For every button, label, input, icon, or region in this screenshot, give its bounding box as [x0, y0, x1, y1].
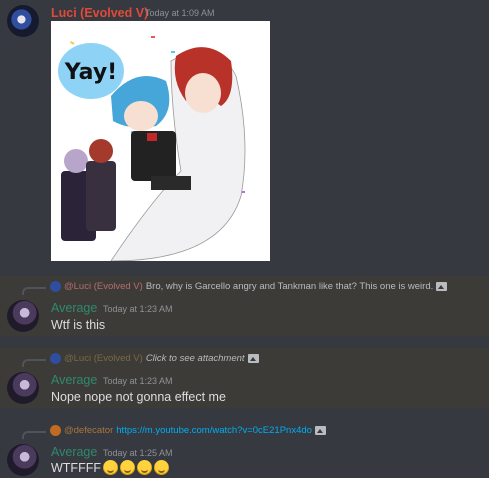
avatar[interactable] — [7, 372, 39, 404]
message-text-row: WTFFFF — [51, 460, 169, 475]
laughing-emoji-icon — [119, 460, 135, 475]
reply-avatar — [50, 425, 61, 436]
laughing-emoji-icon — [136, 460, 152, 475]
message-author[interactable]: Average — [51, 445, 97, 459]
laughing-emoji-icon — [153, 460, 169, 475]
message-reply-1: @Luci (Evolved V) Bro, why is Garcello a… — [0, 276, 489, 336]
message-timestamp: Today at 1:23 AM — [103, 376, 173, 386]
message-reply-3: @defecator https://m.youtube.com/watch?v… — [0, 420, 489, 478]
reply-author[interactable]: @Luci (Evolved V) — [64, 353, 143, 364]
message-text: WTFFFF — [51, 461, 101, 475]
laughing-emoji-icon — [102, 460, 118, 475]
avatar[interactable] — [7, 5, 39, 37]
image-icon — [314, 426, 326, 435]
artwork-image: Yay! — [51, 21, 270, 261]
message-luci: Luci (Evolved V) Today at 1:09 AM Yay! — [0, 0, 489, 272]
reply-connector — [22, 431, 46, 439]
message-text: Wtf is this — [51, 318, 106, 332]
message-author[interactable]: Luci (Evolved V) — [51, 6, 148, 20]
reply-avatar — [50, 281, 61, 292]
message-reply-2: @Luci (Evolved V) Click to see attachmen… — [0, 348, 489, 408]
reply-preview[interactable]: @Luci (Evolved V) Click to see attachmen… — [50, 353, 259, 364]
bubble-text: Yay! — [64, 60, 117, 85]
message-timestamp: Today at 1:25 AM — [103, 448, 173, 458]
reply-text[interactable]: Bro, why is Garcello angry and Tankman l… — [146, 281, 433, 292]
message-timestamp: Today at 1:09 AM — [145, 8, 215, 18]
image-icon — [247, 354, 259, 363]
reply-author[interactable]: @defecator — [64, 425, 113, 436]
message-author[interactable]: Average — [51, 301, 97, 315]
message-text: Nope nope not gonna effect me — [51, 390, 226, 404]
reply-connector — [22, 359, 46, 367]
avatar[interactable] — [7, 300, 39, 332]
image-attachment[interactable]: Yay! — [51, 21, 270, 261]
reply-author[interactable]: @Luci (Evolved V) — [64, 281, 143, 292]
reply-connector — [22, 287, 46, 295]
reply-link[interactable]: https://m.youtube.com/watch?v=0cE21Pnx4d… — [116, 425, 312, 436]
message-author[interactable]: Average — [51, 373, 97, 387]
reply-preview[interactable]: @defecator https://m.youtube.com/watch?v… — [50, 425, 326, 436]
reply-avatar — [50, 353, 61, 364]
reply-preview[interactable]: @Luci (Evolved V) Bro, why is Garcello a… — [50, 281, 448, 292]
avatar[interactable] — [7, 444, 39, 476]
image-icon — [436, 282, 448, 291]
reply-text[interactable]: Click to see attachment — [146, 353, 245, 364]
message-timestamp: Today at 1:23 AM — [103, 304, 173, 314]
